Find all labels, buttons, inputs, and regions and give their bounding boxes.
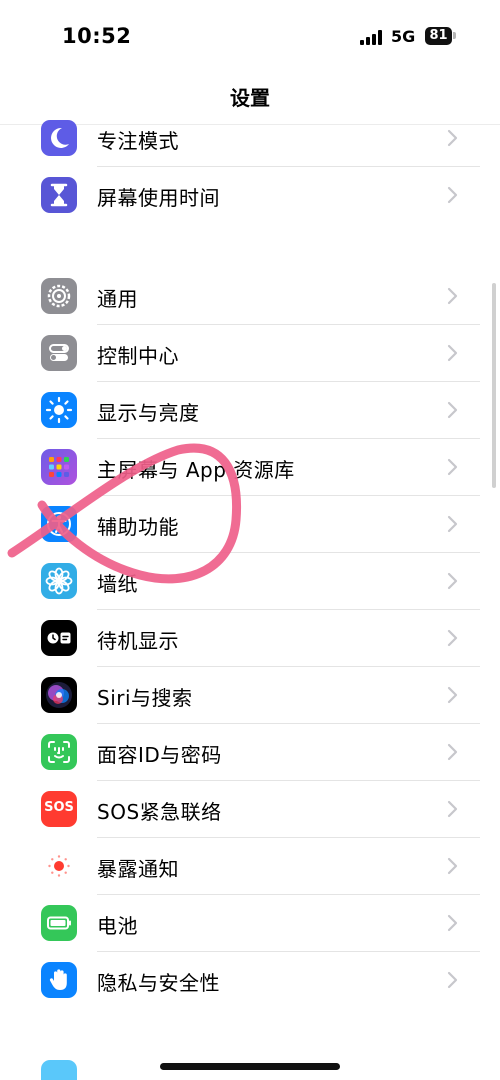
settings-row-label: 待机显示 [97, 629, 179, 653]
status-time: 10:52 [62, 24, 132, 48]
chevron-right-icon [447, 971, 458, 989]
settings-row-label: 显示与亮度 [97, 401, 200, 425]
settings-row-label: 面容ID与密码 [97, 743, 222, 767]
face-id-icon [41, 734, 77, 770]
settings-row-label: 电池 [97, 914, 138, 938]
settings-row-battery[interactable]: 电池 [0, 895, 500, 952]
settings-row-label: 控制中心 [97, 344, 179, 368]
chevron-right-icon [447, 287, 458, 305]
toggles-icon [41, 335, 77, 371]
chevron-right-icon [447, 914, 458, 932]
home-indicator[interactable] [160, 1063, 340, 1070]
settings-row-emergency-sos[interactable]: SOS SOS紧急联络 [0, 781, 500, 838]
chevron-right-icon [447, 686, 458, 704]
settings-row-home-screen[interactable]: 主屏幕与 App 资源库 [0, 439, 500, 496]
settings-row-label: 主屏幕与 App 资源库 [97, 458, 295, 482]
settings-row-label: 通用 [97, 287, 138, 311]
sos-icon-text: SOS [44, 800, 74, 815]
chevron-right-icon [447, 743, 458, 761]
settings-row-display[interactable]: 显示与亮度 [0, 382, 500, 439]
cellular-signal-icon [360, 30, 384, 45]
chevron-right-icon [447, 857, 458, 875]
chevron-right-icon [447, 800, 458, 818]
chevron-right-icon [447, 186, 458, 204]
settings-row-wallpaper[interactable]: 墙纸 [0, 553, 500, 610]
accessibility-person-icon [41, 506, 77, 542]
scrollbar[interactable] [492, 283, 496, 488]
exposure-dot-icon [41, 848, 77, 884]
chevron-right-icon [447, 515, 458, 533]
settings-row-label: 辅助功能 [97, 515, 179, 539]
sun-icon [41, 392, 77, 428]
sos-icon: SOS [41, 791, 77, 827]
status-bar: 10:52 5G 81 [0, 0, 500, 70]
settings-row-label: SOS紧急联络 [97, 800, 222, 824]
chevron-right-icon [447, 129, 458, 147]
settings-row-exposure[interactable]: 暴露通知 [0, 838, 500, 895]
settings-row-label: 隐私与安全性 [97, 971, 220, 995]
gear-icon [41, 278, 77, 314]
battery-percent: 81 [429, 28, 448, 43]
settings-row-siri[interactable]: Siri与搜索 [0, 667, 500, 724]
page-title: 设置 [230, 86, 270, 110]
chevron-right-icon [447, 629, 458, 647]
chevron-right-icon [447, 572, 458, 590]
settings-row-face-id[interactable]: 面容ID与密码 [0, 724, 500, 781]
settings-row-focus[interactable]: 专注模式 [0, 110, 500, 167]
settings-row-label: 专注模式 [97, 129, 179, 153]
settings-row-general[interactable]: 通用 [0, 268, 500, 325]
hourglass-icon [41, 177, 77, 213]
chevron-right-icon [447, 458, 458, 476]
settings-row-label: Siri与搜索 [97, 686, 193, 710]
moon-icon [41, 120, 77, 156]
standby-icon [41, 620, 77, 656]
settings-row-privacy[interactable]: 隐私与安全性 [0, 952, 500, 1009]
battery-tip [453, 32, 456, 39]
flower-icon [41, 563, 77, 599]
app-grid-icon [41, 449, 77, 485]
next-group-icon-partial [41, 1060, 77, 1080]
settings-row-screen-time[interactable]: 屏幕使用时间 [0, 167, 500, 224]
hand-icon [41, 962, 77, 998]
siri-orb-icon [41, 677, 77, 713]
settings-row-standby[interactable]: 待机显示 [0, 610, 500, 667]
network-type: 5G [391, 27, 416, 46]
chevron-right-icon [447, 401, 458, 419]
battery-level-icon: 81 [425, 27, 452, 45]
battery-icon [41, 905, 77, 941]
chevron-right-icon [447, 344, 458, 362]
settings-row-label: 暴露通知 [97, 857, 179, 881]
settings-row-accessibility[interactable]: 辅助功能 [0, 496, 500, 553]
settings-row-label: 屏幕使用时间 [97, 186, 220, 210]
settings-row-control-center[interactable]: 控制中心 [0, 325, 500, 382]
settings-row-label: 墙纸 [97, 572, 138, 596]
